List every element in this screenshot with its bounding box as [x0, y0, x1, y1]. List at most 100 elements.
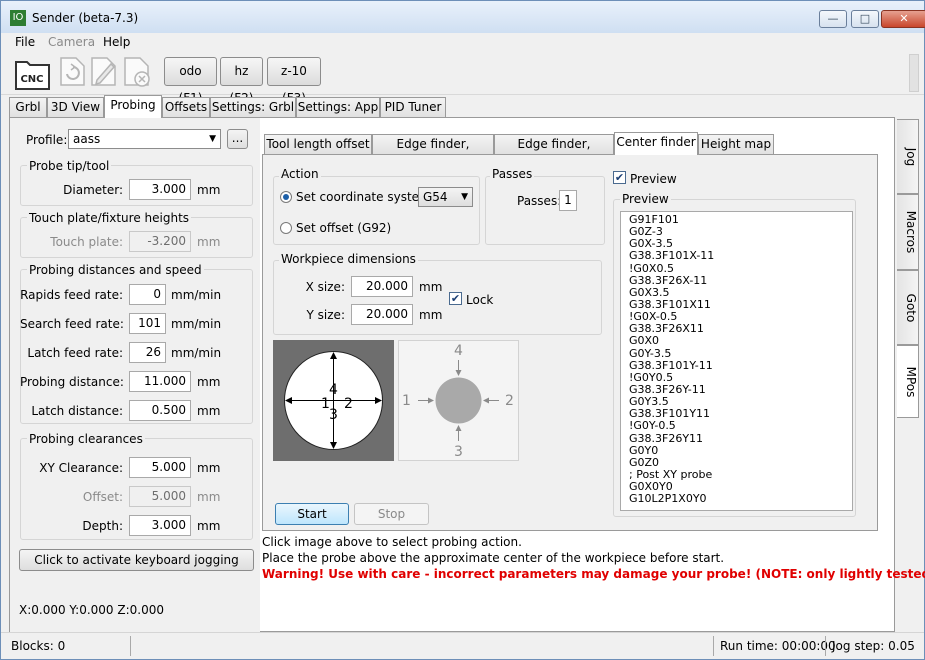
- action-title: Action: [279, 167, 321, 181]
- app-window: IO Sender (beta-7.3) — □ ✕ File Camera H…: [0, 0, 925, 660]
- tab-edge-finder-internal[interactable]: Edge finder, internal: [494, 134, 614, 154]
- minimize-button[interactable]: —: [819, 10, 847, 28]
- side-tab-mpos-label: MPos: [904, 352, 918, 412]
- blocks-count: Blocks: 0: [11, 639, 65, 653]
- x-size-unit: mm: [419, 280, 442, 294]
- tab-center-finder[interactable]: Center finder: [614, 132, 698, 155]
- edit-file-icon[interactable]: [87, 54, 121, 88]
- run-time: Run time: 00:00:00: [720, 639, 836, 653]
- profile-browse-button[interactable]: ...: [227, 129, 248, 149]
- outside-label-3: 3: [454, 444, 463, 460]
- diameter-input[interactable]: 3.000: [129, 179, 191, 200]
- offset-label: Offset:: [20, 490, 123, 504]
- tab-edge-finder-external[interactable]: Edge finder, external: [372, 134, 494, 154]
- preview-checkbox[interactable]: ✔: [613, 171, 626, 184]
- toolbar-scroll[interactable]: [909, 54, 919, 92]
- stop-button[interactable]: Stop: [354, 503, 429, 525]
- x-size-label: X size:: [283, 280, 345, 294]
- status-separator: [713, 636, 714, 656]
- gcode-line: G0Y-3.5: [621, 348, 852, 360]
- coord-system-select[interactable]: G54 ▼: [418, 187, 473, 207]
- touch-plate-input[interactable]: -3.200: [129, 231, 191, 252]
- depth-input[interactable]: 3.000: [129, 515, 191, 536]
- keyboard-jog-button[interactable]: Click to activate keyboard jogging: [19, 549, 254, 571]
- touch-plate-label: Touch plate:: [30, 235, 123, 249]
- profile-select[interactable]: aass ▼: [68, 129, 221, 149]
- reload-icon[interactable]: [56, 54, 90, 88]
- xy-clearance-input[interactable]: 5.000: [129, 457, 191, 478]
- passes-input[interactable]: 1: [559, 190, 577, 211]
- close-file-icon[interactable]: [120, 54, 154, 88]
- y-size-label: Y size:: [283, 308, 345, 322]
- latch-feed-label: Latch feed rate:: [20, 346, 123, 360]
- offset-unit: mm: [197, 490, 220, 504]
- workpiece-group: [273, 260, 602, 335]
- start-button[interactable]: Start: [275, 503, 349, 525]
- macro-hz-button[interactable]: hz (F2): [220, 57, 263, 86]
- gcode-line: G0Y0: [621, 445, 852, 457]
- x-size-input[interactable]: 20.000: [351, 276, 413, 297]
- latch-feed-unit: mm/min: [171, 346, 221, 360]
- side-tab-macros-label: Macros: [904, 202, 918, 262]
- app-icon: IO: [10, 10, 26, 26]
- touch-plate-unit: mm: [197, 235, 220, 249]
- outside-label-2: 2: [505, 393, 514, 409]
- side-tab-jog[interactable]: Jog: [897, 119, 919, 194]
- search-feed-unit: mm/min: [171, 317, 221, 331]
- probing-settings-column: Profile: aass ▼ ... Probe tip/tool Diame…: [10, 118, 260, 633]
- probing-distance-label: Probing distance:: [20, 375, 123, 389]
- depth-label: Depth:: [20, 519, 123, 533]
- lock-label: Lock: [466, 293, 493, 307]
- tab-settings-app[interactable]: Settings: App: [296, 97, 380, 117]
- hint-line-2: Place the probe above the approximate ce…: [262, 551, 724, 565]
- tab-settings-grbl[interactable]: Settings: Grbl: [210, 97, 296, 117]
- probing-distance-unit: mm: [197, 375, 220, 389]
- set-offset-label: Set offset (G92): [296, 221, 391, 235]
- side-tab-mpos[interactable]: MPos: [897, 345, 919, 418]
- maximize-button[interactable]: □: [851, 10, 879, 28]
- probing-distance-input[interactable]: 11.000: [129, 371, 191, 392]
- tab-probing[interactable]: Probing: [104, 95, 162, 118]
- side-tab-jog-label: Jog: [904, 127, 918, 187]
- menu-camera[interactable]: Camera: [48, 35, 95, 49]
- status-separator: [825, 636, 826, 656]
- tab-tool-length-offset[interactable]: Tool length offset: [264, 134, 372, 154]
- gcode-preview[interactable]: G91F101G0Z-3G0X-3.5G38.3F101X-11!G0X0.5G…: [620, 211, 853, 511]
- gcode-line: G38.3F26Y11: [621, 433, 852, 445]
- y-size-input[interactable]: 20.000: [351, 304, 413, 325]
- inside-label-4: 4: [329, 382, 338, 398]
- inside-center-diagram[interactable]: 1 2 3 4: [273, 340, 394, 461]
- rapids-feed-input[interactable]: 0: [129, 284, 166, 305]
- warning-message: Warning! Use with care - incorrect param…: [262, 567, 925, 581]
- side-tab-macros[interactable]: Macros: [897, 194, 919, 270]
- tab-pid-tuner[interactable]: PID Tuner: [380, 97, 446, 117]
- tab-height-map[interactable]: Height map: [698, 134, 774, 154]
- latch-distance-input[interactable]: 0.500: [129, 400, 191, 421]
- window-title: Sender (beta-7.3): [32, 11, 138, 25]
- outside-center-diagram[interactable]: 1 2 3 4: [398, 340, 519, 461]
- side-tab-goto[interactable]: Goto: [897, 270, 919, 345]
- tab-grbl[interactable]: Grbl: [9, 97, 47, 117]
- latch-feed-input[interactable]: 26: [129, 342, 166, 363]
- cnc-icon-text: CNC: [20, 74, 43, 85]
- search-feed-input[interactable]: 101: [129, 313, 166, 334]
- macro-z10-button[interactable]: z-10 (F3): [267, 57, 321, 86]
- menu-help[interactable]: Help: [103, 35, 130, 49]
- macro-odo-button[interactable]: odo (F1): [164, 57, 217, 86]
- lock-checkbox[interactable]: ✔: [449, 292, 462, 305]
- rapids-feed-unit: mm/min: [171, 288, 221, 302]
- menu-file[interactable]: File: [15, 35, 35, 49]
- set-coordinate-system-radio[interactable]: [280, 191, 292, 203]
- probing-speed-title: Probing distances and speed: [27, 263, 204, 277]
- toolbar: CNC odo (F1) hz (F2) z-10 (F3): [1, 51, 924, 95]
- gcode-line: !G0Y-0.5: [621, 420, 852, 432]
- offset-input[interactable]: 5.000: [129, 486, 191, 507]
- tab-3d-view[interactable]: 3D View: [47, 97, 104, 117]
- probing-panel: Profile: aass ▼ ... Probe tip/tool Diame…: [9, 117, 895, 632]
- close-button[interactable]: ✕: [881, 10, 925, 28]
- profile-label: Profile:: [26, 133, 67, 147]
- tab-offsets[interactable]: Offsets: [162, 97, 210, 117]
- set-offset-radio[interactable]: [280, 222, 292, 234]
- open-cnc-icon[interactable]: CNC: [13, 54, 53, 92]
- hint-line-1: Click image above to select probing acti…: [262, 535, 522, 549]
